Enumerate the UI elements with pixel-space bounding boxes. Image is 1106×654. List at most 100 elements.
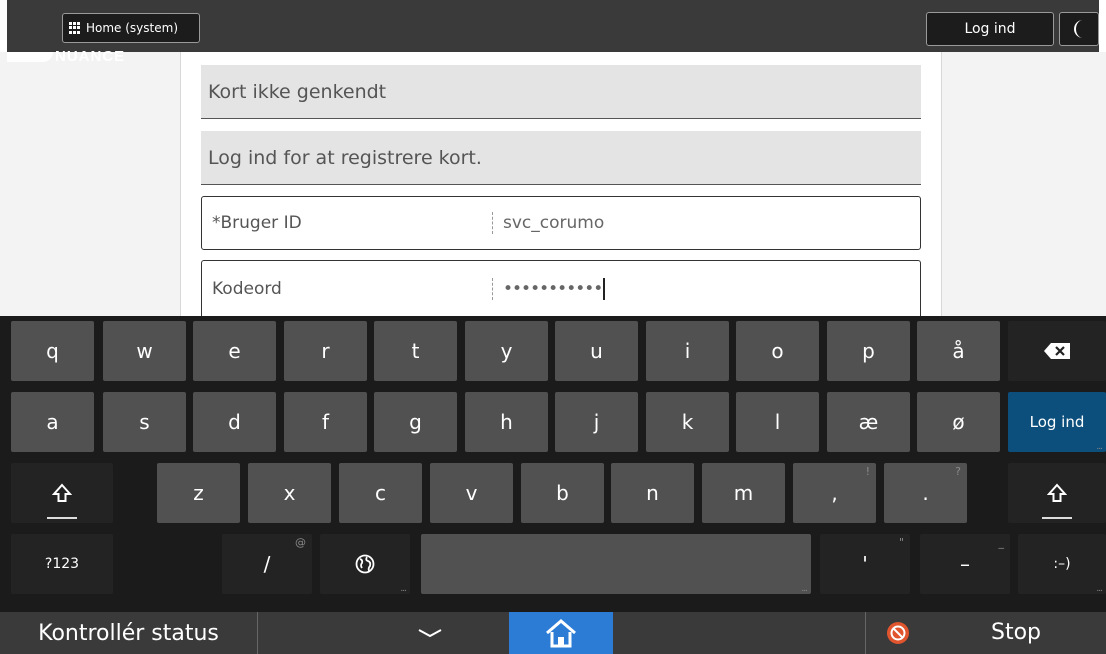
collapse-keyboard-button[interactable] <box>415 622 445 644</box>
key-w[interactable]: w <box>103 321 186 381</box>
left-panel: NUANCE <box>7 48 180 316</box>
stop-label: Stop <box>991 620 1042 645</box>
card-not-recognized-message: Kort ikke genkendt <box>201 65 921 119</box>
key-ae[interactable]: æ <box>827 392 910 452</box>
login-content-area: NUANCE Kort ikke genkendt Log ind for at… <box>0 48 1106 316</box>
key-dash-label: – <box>960 552 970 576</box>
user-id-value[interactable]: svc_corumo <box>503 213 604 233</box>
stop-button[interactable]: Stop <box>865 612 1106 654</box>
chevron-down-icon <box>418 629 442 638</box>
space-key[interactable]: ... <box>421 534 811 594</box>
apps-grid-icon <box>69 22 81 34</box>
top-bar-edge-left <box>0 0 7 52</box>
shift-key-left[interactable] <box>11 463 113 523</box>
key-period-label: . <box>922 481 929 505</box>
home-system-label: Home (system) <box>86 21 178 35</box>
key-apostrophe-hint: " <box>898 536 904 549</box>
key-x[interactable]: x <box>248 463 331 523</box>
key-comma[interactable]: , ! <box>793 463 876 523</box>
key-c[interactable]: c <box>339 463 422 523</box>
user-id-label: *Bruger ID <box>212 213 302 233</box>
numbers-key[interactable]: ?123 <box>11 534 113 594</box>
moon-icon <box>1074 20 1083 38</box>
key-u[interactable]: u <box>555 321 638 381</box>
key-period-hint: ? <box>955 465 961 478</box>
text-caret <box>603 277 606 300</box>
shift-icon <box>1047 483 1067 502</box>
nuance-logo-mark <box>7 52 53 63</box>
key-p[interactable]: p <box>827 321 910 381</box>
password-value[interactable]: ••••••••••• <box>503 279 603 299</box>
key-h[interactable]: h <box>465 392 548 452</box>
key-v[interactable]: v <box>430 463 513 523</box>
key-o-slash[interactable]: ø <box>917 392 1000 452</box>
key-y[interactable]: y <box>465 321 548 381</box>
key-m[interactable]: m <box>702 463 785 523</box>
smiley-key[interactable]: :–) ... <box>1018 534 1106 594</box>
key-d[interactable]: d <box>193 392 276 452</box>
nuance-logo: NUANCE <box>7 48 125 65</box>
key-comma-label: , <box>831 481 838 505</box>
globe-icon <box>355 554 375 574</box>
login-button[interactable]: Log ind <box>926 12 1054 46</box>
shift-underline <box>1042 517 1072 519</box>
key-s[interactable]: s <box>103 392 186 452</box>
check-status-button[interactable]: Kontrollér status <box>0 612 258 654</box>
field-separator <box>492 212 493 234</box>
key-slash-hint: @ <box>295 536 306 549</box>
night-mode-button[interactable] <box>1059 12 1099 46</box>
top-bar: Home (system) Log ind <box>0 0 1106 52</box>
key-n[interactable]: n <box>611 463 694 523</box>
key-e[interactable]: e <box>193 321 276 381</box>
key-q[interactable]: q <box>11 321 94 381</box>
key-t[interactable]: t <box>374 321 457 381</box>
key-apostrophe[interactable]: ' " <box>820 534 910 594</box>
key-k[interactable]: k <box>646 392 729 452</box>
key-f[interactable]: f <box>284 392 367 452</box>
key-j[interactable]: j <box>555 392 638 452</box>
key-o[interactable]: o <box>736 321 819 381</box>
user-id-field[interactable]: *Bruger ID svc_corumo <box>201 196 921 250</box>
home-icon <box>546 619 576 648</box>
key-r[interactable]: r <box>284 321 367 381</box>
more-dots: ... <box>801 584 808 594</box>
login-to-register-message: Log ind for at registrere kort. <box>201 131 921 185</box>
check-status-label: Kontrollér status <box>38 620 219 646</box>
key-g[interactable]: g <box>374 392 457 452</box>
login-button-label: Log ind <box>964 21 1016 37</box>
shift-key-right[interactable] <box>1008 463 1106 523</box>
more-dots: ... <box>400 584 407 594</box>
language-key[interactable]: ... <box>320 534 410 594</box>
password-field[interactable]: Kodeord ••••••••••• <box>201 260 921 316</box>
login-key-label: Log ind <box>1029 413 1085 431</box>
home-system-button[interactable]: Home (system) <box>62 13 200 43</box>
stop-icon <box>887 622 909 644</box>
login-form-panel: Kort ikke genkendt Log ind for at regist… <box>180 52 942 316</box>
nuance-logo-text: NUANCE <box>55 48 126 65</box>
home-button[interactable] <box>509 612 613 654</box>
key-l[interactable]: l <box>736 392 819 452</box>
key-z[interactable]: z <box>157 463 240 523</box>
backspace-key[interactable] <box>1008 321 1106 381</box>
top-bar-edge-right <box>1099 0 1106 52</box>
key-slash-label: / <box>263 552 271 576</box>
field-separator <box>492 277 493 300</box>
smiley-key-label: :–) <box>1053 556 1071 572</box>
key-slash[interactable]: / @ <box>222 534 312 594</box>
key-dash[interactable]: – _ <box>920 534 1010 594</box>
key-a[interactable]: a <box>11 392 94 452</box>
key-period[interactable]: . ? <box>884 463 967 523</box>
on-screen-keyboard: q w e r t y u i o p å a s d f g h j k l … <box>0 316 1106 612</box>
key-i[interactable]: i <box>646 321 729 381</box>
key-apostrophe-label: ' <box>862 552 868 576</box>
backspace-icon <box>1044 343 1070 359</box>
password-label: Kodeord <box>212 278 282 299</box>
key-comma-hint: ! <box>865 465 870 478</box>
more-dots: ... <box>1096 442 1103 452</box>
shift-underline <box>47 517 77 519</box>
key-b[interactable]: b <box>521 463 604 523</box>
more-dots: ... <box>1096 584 1103 594</box>
key-a-ring[interactable]: å <box>917 321 1000 381</box>
login-key[interactable]: Log ind ... <box>1008 392 1106 452</box>
shift-icon <box>52 483 72 502</box>
